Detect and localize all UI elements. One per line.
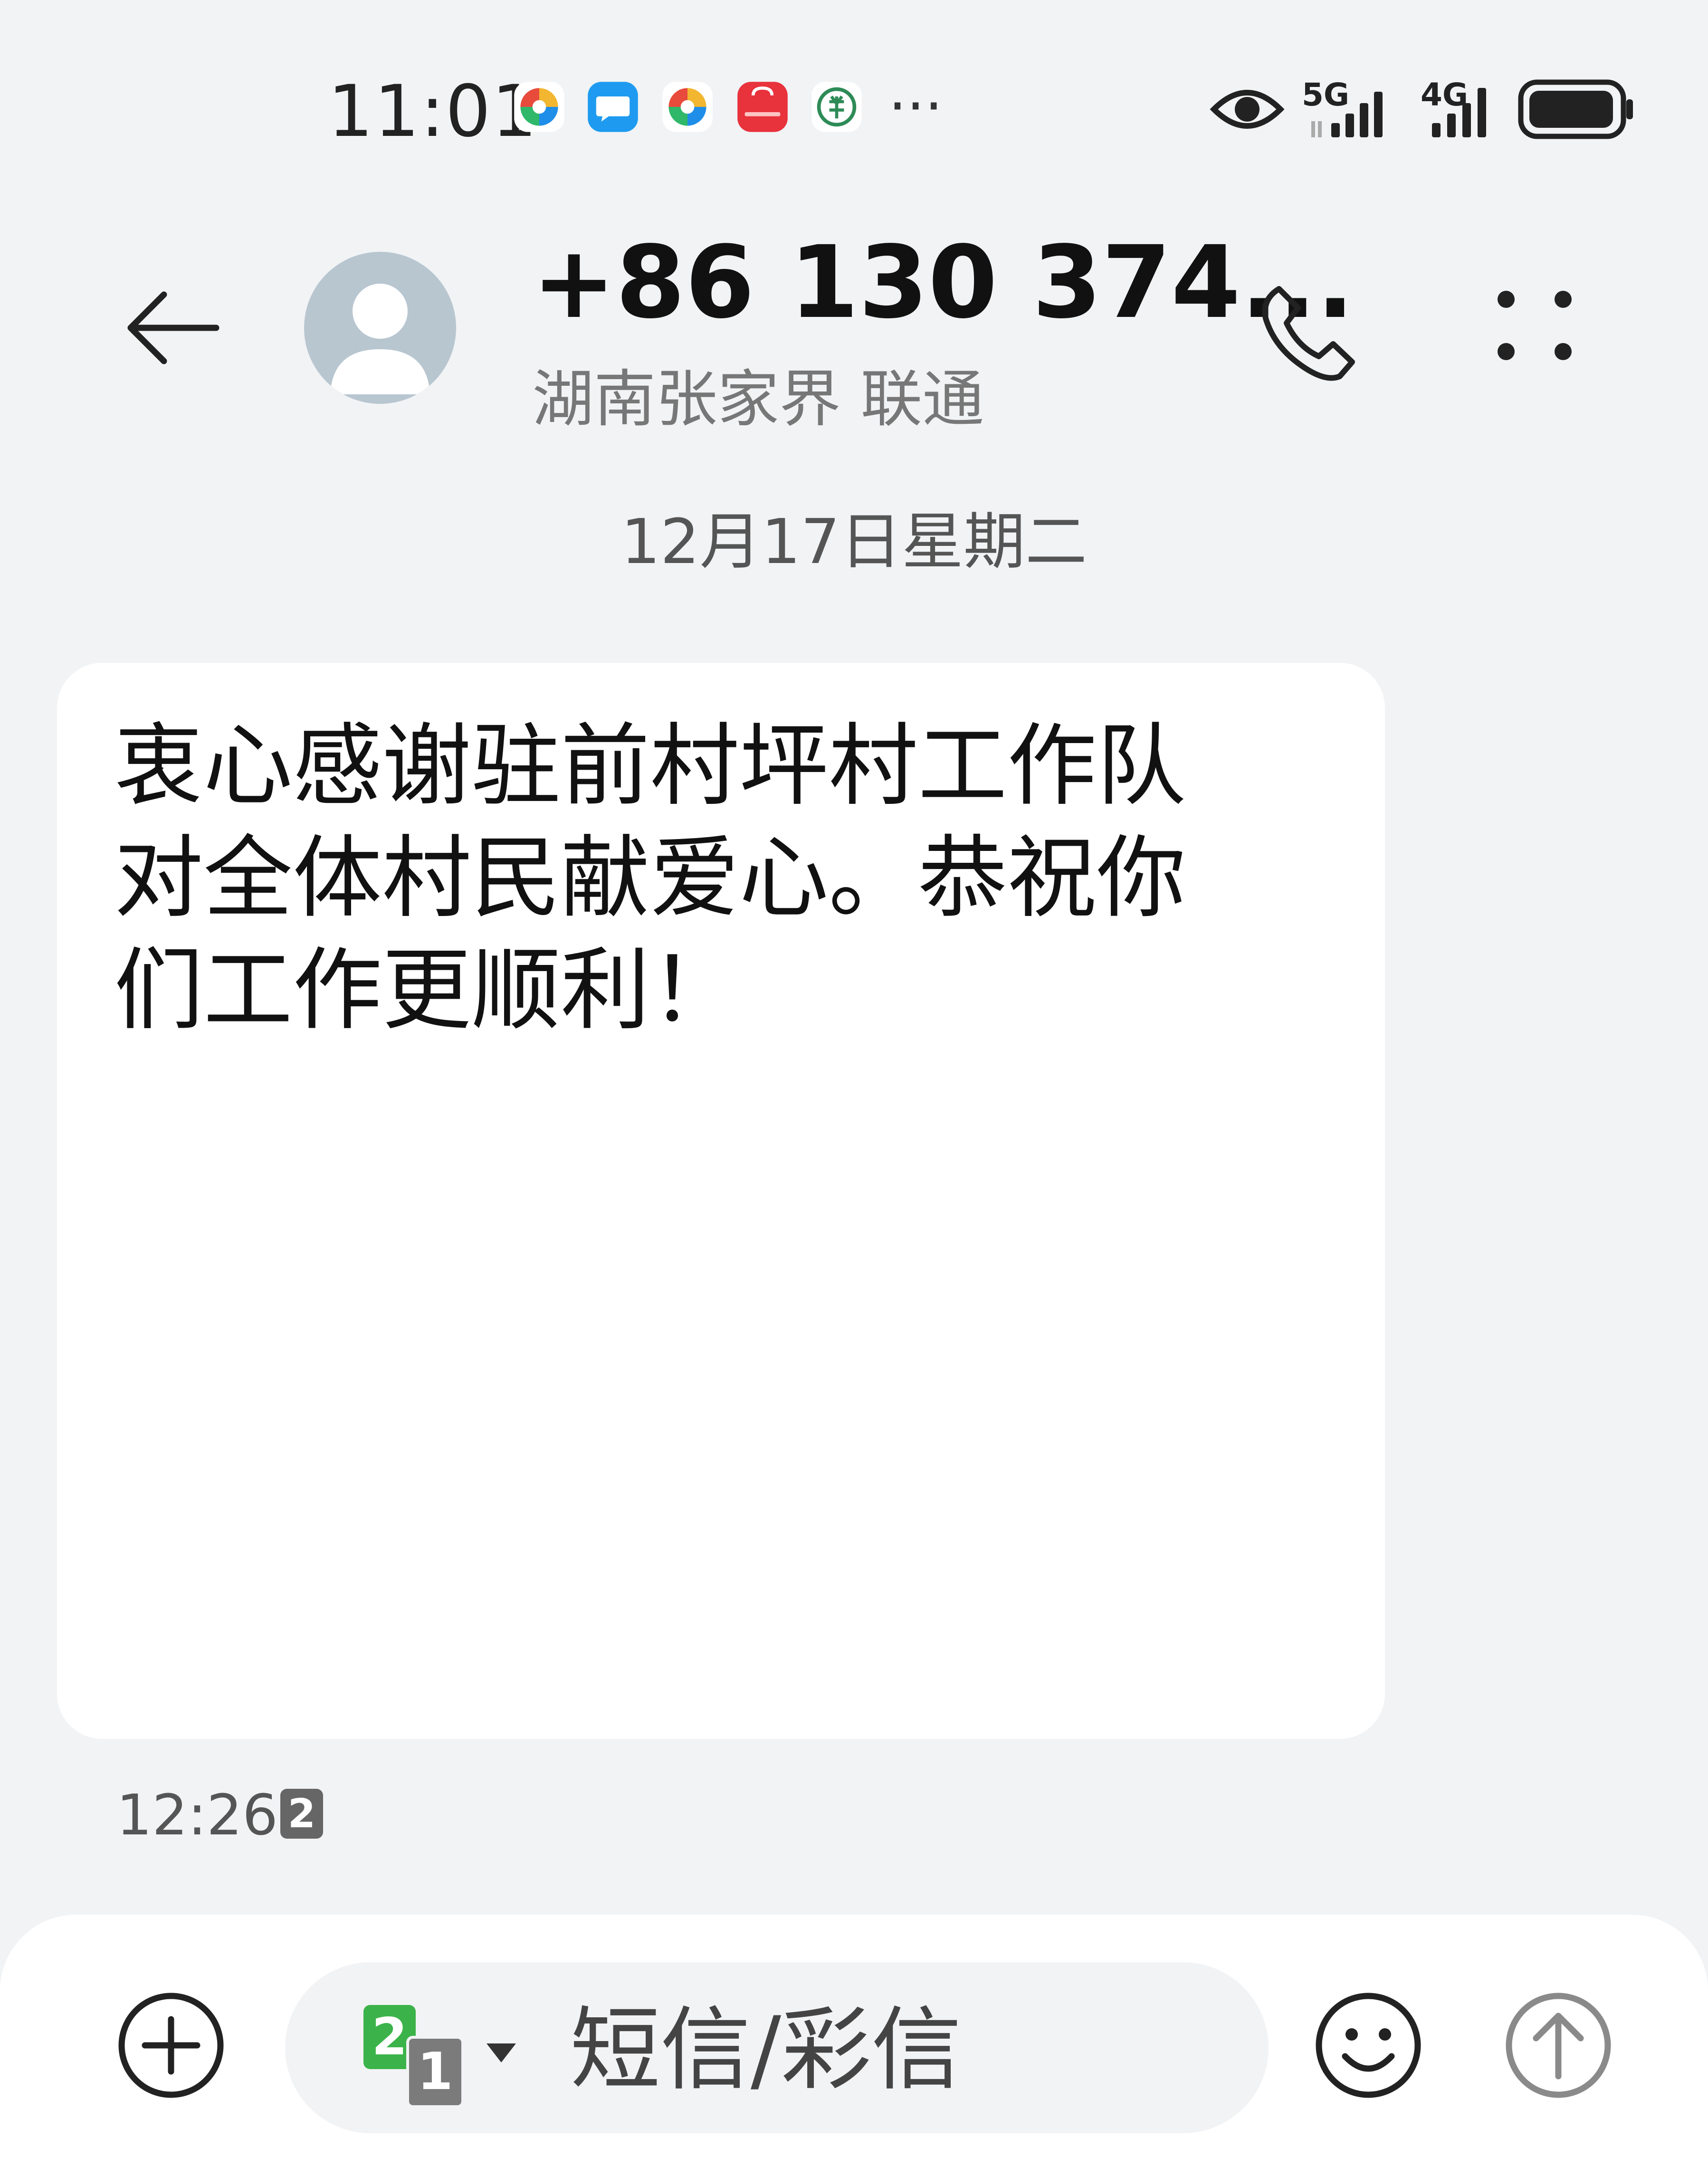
pinwheel-app-icon <box>514 82 564 132</box>
person-avatar-icon <box>330 284 430 394</box>
pinwheel-app-icon <box>662 82 713 132</box>
battery-icon <box>1518 79 1633 139</box>
arrow-left-icon <box>127 291 219 364</box>
more-notifications-indicator: ··· <box>888 74 943 140</box>
sim-selector[interactable]: 2 1 <box>363 2000 534 2108</box>
bank-app-icon <box>811 82 862 132</box>
phone-icon <box>1262 286 1355 381</box>
sim-1-badge: 1 <box>406 2036 464 2108</box>
message-app-icon <box>588 82 638 132</box>
emoji-button[interactable] <box>1314 1991 1423 2100</box>
signal-bars-icon <box>1432 88 1486 137</box>
add-attachment-button[interactable] <box>116 1991 226 2100</box>
compose-bar: 2 1 短信/彩信 <box>0 1915 1708 2176</box>
send-arrow-icon <box>1506 1993 1611 2098</box>
message-text: 衷心感谢驻前村坪村工作队对全体村民献爱心。恭祝你们工作更顺利！ <box>114 714 1186 1042</box>
more-dots-icon <box>1498 291 1572 360</box>
avatar[interactable] <box>304 252 456 404</box>
status-time: 11:01 <box>328 70 538 153</box>
contact-location: 湖南张家界 联通 <box>532 363 984 435</box>
conversation-date: 12月17日星期二 <box>621 506 1087 578</box>
send-button[interactable] <box>1504 1991 1613 2100</box>
smiley-icon <box>1316 1993 1421 2098</box>
network-5g-indicator: 5G <box>1302 78 1402 140</box>
input-placeholder: 短信/彩信 <box>570 1997 962 2102</box>
message-bubble[interactable]: 衷心感谢驻前村坪村工作队对全体村民献爱心。恭祝你们工作更顺利！ <box>57 663 1385 1739</box>
signal-bars-icon <box>1311 92 1383 137</box>
message-time: 12:26 <box>116 1782 278 1848</box>
eye-icon <box>1210 90 1285 129</box>
back-button[interactable] <box>119 276 223 380</box>
contact-number[interactable]: +86 130 374... <box>532 223 1354 342</box>
huawei-appgallery-icon <box>737 82 788 132</box>
chevron-down-icon <box>487 2043 516 2062</box>
call-button[interactable] <box>1254 280 1359 385</box>
network-4g-indicator: 4G <box>1421 78 1511 140</box>
plus-circle-icon <box>118 1993 224 2098</box>
message-input[interactable]: 2 1 短信/彩信 <box>285 1962 1269 2133</box>
more-options-button[interactable] <box>1492 285 1587 371</box>
sim-card-badge: 2 <box>280 1789 323 1839</box>
status-bar: 11:01 ··· 5G 4G <box>0 0 1708 223</box>
